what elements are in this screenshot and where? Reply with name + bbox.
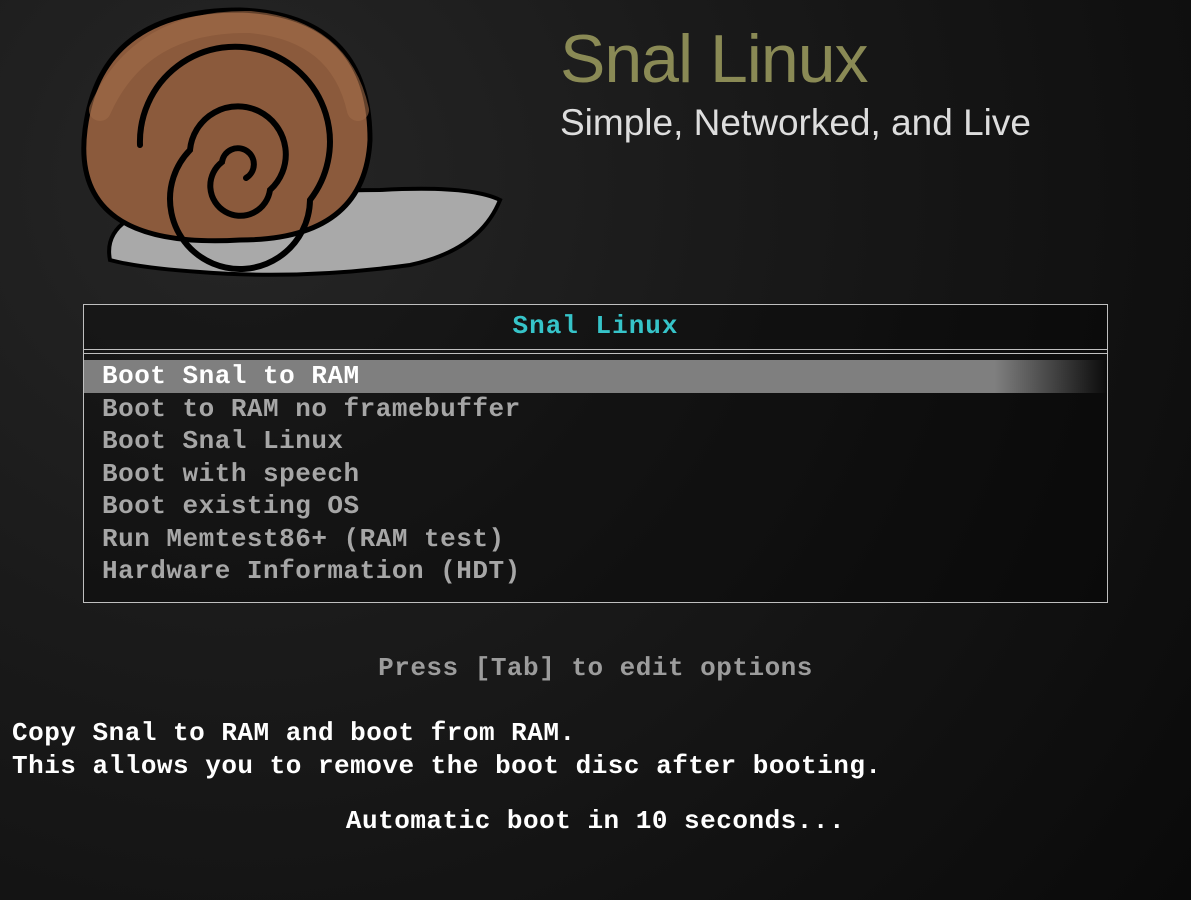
auto-boot-countdown: Automatic boot in 10 seconds... — [0, 806, 1191, 836]
boot-menu-item[interactable]: Hardware Information (HDT) — [84, 555, 1107, 588]
boot-menu-item[interactable]: Run Memtest86+ (RAM test) — [84, 523, 1107, 556]
page-title: Snal Linux — [560, 20, 1031, 98]
page-subtitle: Simple, Networked, and Live — [560, 102, 1031, 144]
boot-menu-item[interactable]: Boot existing OS — [84, 490, 1107, 523]
description-line-2: This allows you to remove the boot disc … — [12, 750, 1191, 784]
boot-menu-item[interactable]: Boot Snal Linux — [84, 425, 1107, 458]
boot-menu-items: Boot Snal to RAMBoot to RAM no framebuff… — [84, 350, 1107, 602]
boot-menu-item[interactable]: Boot to RAM no framebuffer — [84, 393, 1107, 426]
boot-description: Copy Snal to RAM and boot from RAM. This… — [12, 717, 1191, 785]
edit-hint: Press [Tab] to edit options — [0, 653, 1191, 683]
boot-menu-title: Snal Linux — [84, 305, 1107, 350]
description-line-1: Copy Snal to RAM and boot from RAM. — [12, 717, 1191, 751]
boot-menu-item[interactable]: Boot with speech — [84, 458, 1107, 491]
snail-logo — [40, 0, 540, 290]
boot-menu-item[interactable]: Boot Snal to RAM — [84, 360, 1107, 393]
boot-menu: Snal Linux Boot Snal to RAMBoot to RAM n… — [83, 304, 1108, 603]
